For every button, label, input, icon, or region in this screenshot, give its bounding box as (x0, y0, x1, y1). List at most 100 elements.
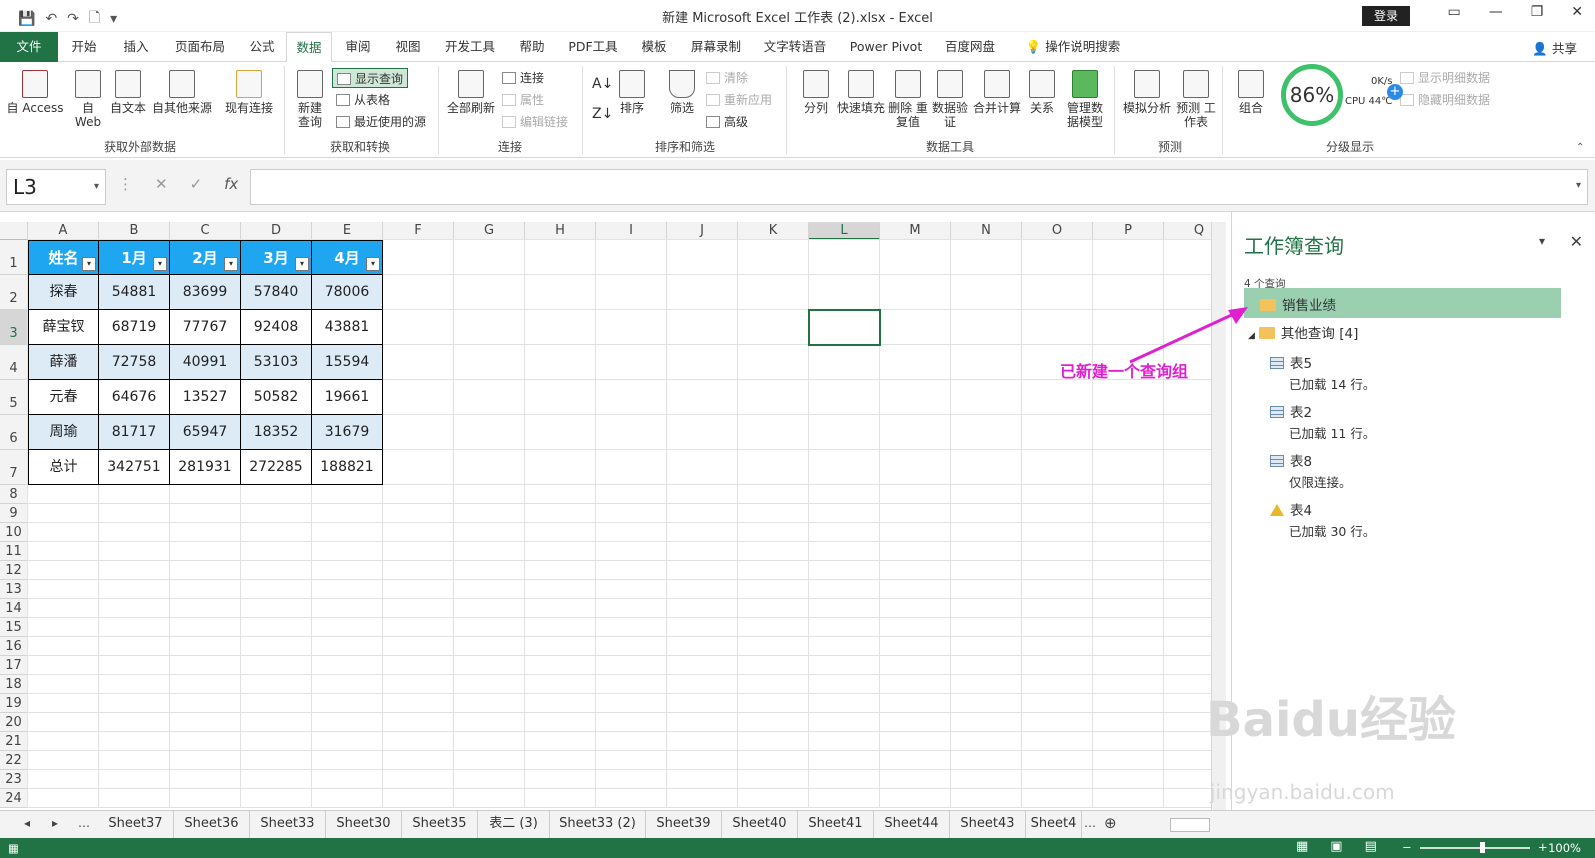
from-web-button[interactable]: 自 Web (70, 70, 106, 129)
login-button[interactable]: 登录 (1362, 6, 1410, 26)
tab-pdf-tools[interactable]: PDF工具 (564, 32, 622, 62)
edit-links-button[interactable]: 编辑链接 (502, 112, 568, 132)
column-header[interactable]: F (383, 222, 454, 240)
filter-dropdown-icon[interactable]: ▾ (82, 257, 96, 271)
page-layout-view-icon[interactable]: ▣ (1330, 839, 1342, 854)
from-text-button[interactable]: 自文本 (108, 70, 148, 115)
table-cell[interactable]: 54881 (99, 275, 170, 310)
tab-baidu-netdisk[interactable]: 百度网盘 (940, 32, 1000, 62)
name-box[interactable]: L3 ▾ (6, 169, 106, 205)
filter-dropdown-icon[interactable]: ▾ (224, 257, 238, 271)
row-header[interactable]: 1 (0, 240, 28, 275)
table-header-cell[interactable]: 姓名 ▾ (28, 240, 99, 275)
table-header-cell[interactable]: 1月 ▾ (99, 240, 170, 275)
next-sheet-icon[interactable]: ▸ (52, 816, 58, 830)
column-header[interactable]: K (738, 222, 809, 240)
tab-text-to-speech[interactable]: 文字转语音 (760, 32, 830, 62)
table-header-cell[interactable]: 3月 ▾ (241, 240, 312, 275)
column-header[interactable]: H (525, 222, 596, 240)
zoom-level[interactable]: 100% (1548, 841, 1581, 855)
sort-za-icon[interactable]: Z↓ (592, 104, 613, 124)
restore-icon[interactable]: ❐ (1531, 4, 1544, 20)
row-header[interactable]: 9 (0, 504, 28, 523)
cpu-gauge-widget[interactable]: 86% (1281, 64, 1343, 126)
row-header[interactable]: 21 (0, 732, 28, 751)
clear-filter-button[interactable]: 清除 (706, 68, 748, 88)
table-cell[interactable]: 78006 (312, 275, 383, 310)
connections-button[interactable]: 连接 (502, 68, 544, 88)
column-header[interactable]: A (28, 222, 99, 240)
chevron-down-icon[interactable]: ▾ (94, 170, 99, 204)
recent-sources-button[interactable]: 最近使用的源 (336, 112, 426, 132)
row-header[interactable]: 24 (0, 789, 28, 808)
table-cell[interactable]: 13527 (170, 380, 241, 415)
table-cell[interactable]: 72758 (99, 345, 170, 380)
sheet-tab[interactable]: Sheet36 (174, 811, 250, 838)
table-cell[interactable]: 81717 (99, 415, 170, 450)
plus-icon[interactable]: + (1387, 84, 1403, 100)
zoom-in-icon[interactable]: + (1538, 840, 1548, 854)
horizontal-scrollbar[interactable] (1170, 818, 1210, 832)
zoom-out-icon[interactable]: − (1402, 840, 1412, 854)
macro-record-icon[interactable]: ▦ (8, 841, 19, 855)
from-access-button[interactable]: 自 Access (6, 70, 64, 115)
new-query-button[interactable]: 新建 查询 (292, 70, 328, 129)
row-header[interactable]: 22 (0, 751, 28, 770)
sheet-tab[interactable]: Sheet39 (646, 811, 722, 838)
from-table-button[interactable]: 从表格 (336, 90, 390, 110)
table-cell[interactable]: 40991 (170, 345, 241, 380)
table-cell[interactable]: 31679 (312, 415, 383, 450)
table-cell[interactable]: 65947 (170, 415, 241, 450)
sheet-tab[interactable]: Sheet41 (798, 811, 874, 838)
table-cell[interactable]: 83699 (170, 275, 241, 310)
tab-formulas[interactable]: 公式 (244, 32, 280, 62)
flash-fill-button[interactable]: 快速填充 (836, 70, 886, 115)
query-item[interactable]: 表8 (1270, 450, 1312, 470)
enter-icon[interactable]: ✓ (190, 175, 203, 193)
reapply-button[interactable]: 重新应用 (706, 90, 772, 110)
tab-power-pivot[interactable]: Power Pivot (846, 32, 926, 62)
table-cell[interactable]: 50582 (241, 380, 312, 415)
tab-screen-record[interactable]: 屏幕录制 (686, 32, 746, 62)
table-cell[interactable]: 57840 (241, 275, 312, 310)
sheet-tab[interactable]: Sheet33 (250, 811, 326, 838)
sheet-tab[interactable]: Sheet30 (326, 811, 402, 838)
tell-me-search[interactable]: 💡 操作说明搜索 (1020, 32, 1126, 62)
data-validation-button[interactable]: 数据验 证 (930, 70, 970, 129)
row-header[interactable]: 20 (0, 713, 28, 732)
tab-file[interactable]: 文件 (0, 32, 58, 62)
table-cell[interactable]: 188821 (312, 450, 383, 485)
row-header[interactable]: 16 (0, 637, 28, 656)
row-header[interactable]: 17 (0, 656, 28, 675)
table-cell[interactable]: 15594 (312, 345, 383, 380)
page-break-view-icon[interactable]: ▤ (1365, 839, 1377, 854)
tab-data[interactable]: 数据 (286, 32, 332, 63)
column-header[interactable]: J (667, 222, 738, 240)
tab-help[interactable]: 帮助 (514, 32, 550, 62)
sort-button[interactable]: 排序 (614, 70, 650, 115)
sort-az-icon[interactable]: A↓ (592, 74, 613, 94)
row-header[interactable]: 11 (0, 542, 28, 561)
row-header[interactable]: 14 (0, 599, 28, 618)
row-header[interactable]: 5 (0, 380, 28, 415)
table-cell[interactable]: 77767 (170, 310, 241, 345)
sheet-tab[interactable]: Sheet37 (98, 811, 174, 838)
zoom-slider-handle[interactable] (1480, 842, 1485, 853)
properties-button[interactable]: 属性 (502, 90, 544, 110)
selected-cell[interactable] (808, 309, 881, 346)
table-cell[interactable]: 43881 (312, 310, 383, 345)
advanced-filter-button[interactable]: 高级 (706, 112, 748, 132)
sheet-tab[interactable]: Sheet43 (950, 811, 1026, 838)
row-header[interactable]: 8 (0, 485, 28, 504)
filter-dropdown-icon[interactable]: ▾ (153, 257, 167, 271)
table-cell[interactable]: 总计 (28, 450, 99, 485)
refresh-all-button[interactable]: 全部刷新 (446, 70, 496, 115)
query-group-other[interactable]: ◢ 其他查询 [4] (1248, 322, 1358, 342)
sheet-tab[interactable]: Sheet35 (402, 811, 478, 838)
row-header[interactable]: 6 (0, 415, 28, 450)
row-header[interactable]: 18 (0, 675, 28, 694)
prev-sheet-icon[interactable]: ◂ (24, 816, 30, 830)
table-cell[interactable]: 周瑜 (28, 415, 99, 450)
column-header[interactable]: C (170, 222, 241, 240)
tab-page-layout[interactable]: 页面布局 (170, 32, 230, 62)
